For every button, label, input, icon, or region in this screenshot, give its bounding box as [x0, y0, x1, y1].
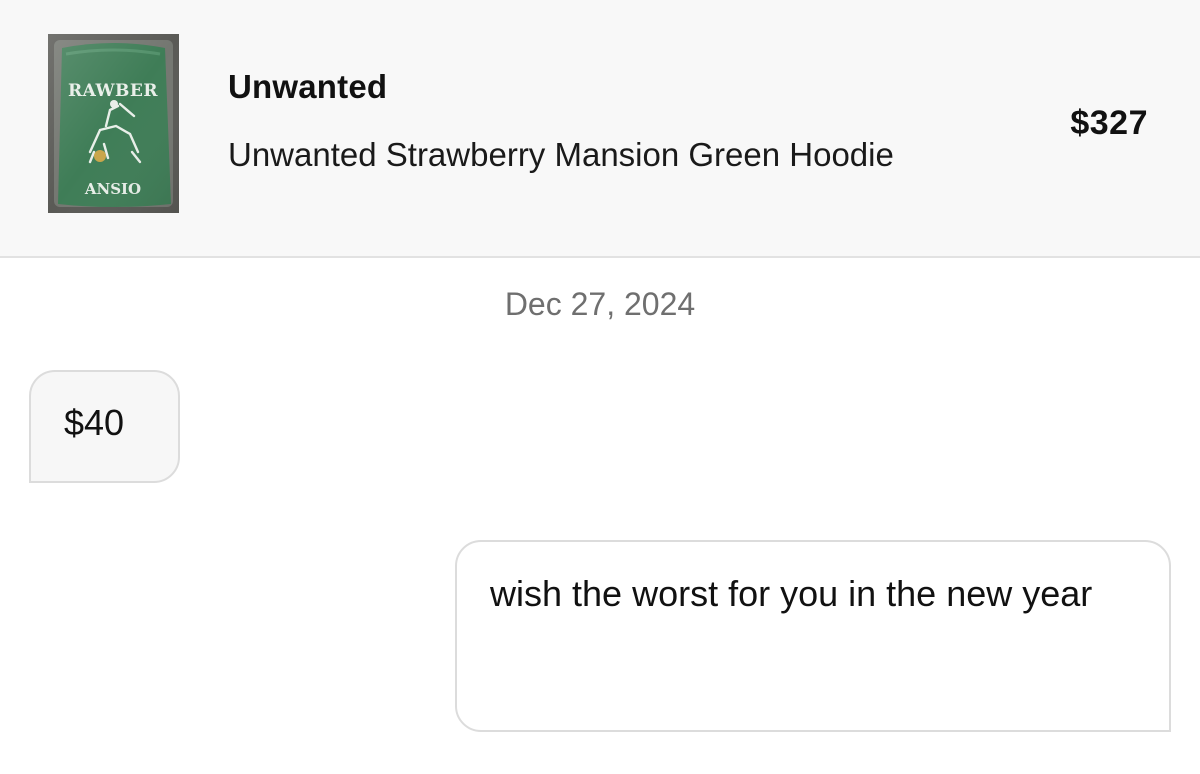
listing-header[interactable]: RAWBER ANSIO Unwanted Unwanted Strawberr…	[0, 0, 1200, 258]
message-text: $40	[64, 402, 125, 443]
product-thumbnail[interactable]: RAWBER ANSIO	[48, 34, 179, 213]
incoming-message-bubble[interactable]: $40	[29, 370, 180, 483]
hoodie-photo-icon: RAWBER ANSIO	[48, 34, 179, 213]
listing-price: $327	[1070, 104, 1148, 142]
listing-brand[interactable]: Unwanted	[228, 68, 387, 106]
chat-screen: RAWBER ANSIO Unwanted Unwanted Strawberr…	[0, 0, 1200, 774]
outgoing-message-bubble[interactable]: wish the worst for you in the new year	[455, 540, 1171, 732]
message-text: wish the worst for you in the new year	[490, 573, 1093, 614]
listing-title[interactable]: Unwanted Strawberry Mansion Green Hoodie	[228, 136, 894, 174]
message-date: Dec 27, 2024	[504, 286, 696, 322]
